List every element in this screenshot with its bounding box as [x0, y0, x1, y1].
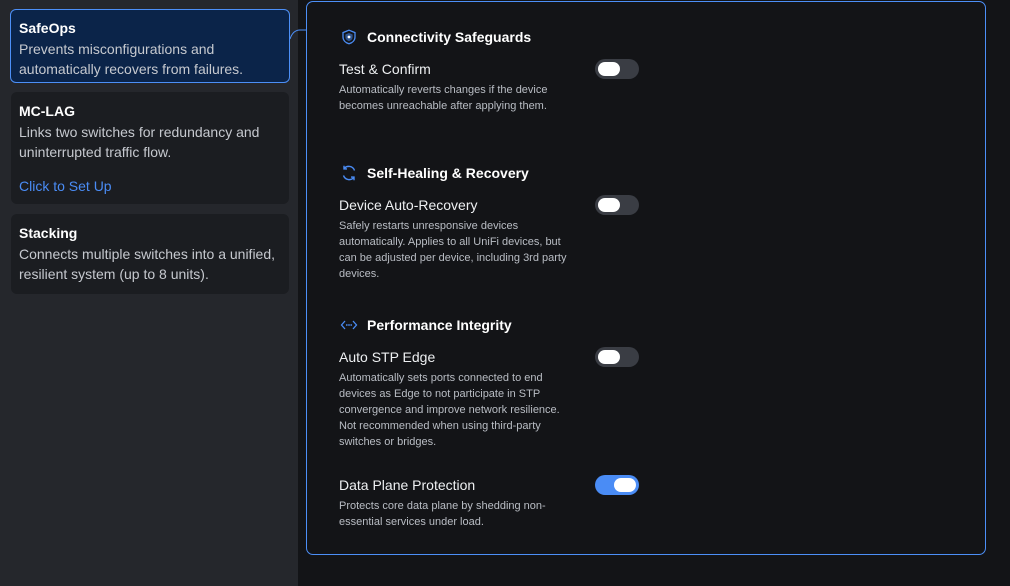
test-confirm-label: Test & Confirm: [339, 61, 431, 77]
section-title: Self-Healing & Recovery: [367, 165, 529, 181]
toggle-knob: [614, 478, 636, 492]
feature-card-stacking[interactable]: Stacking Connects multiple switches into…: [11, 214, 289, 294]
section-title: Connectivity Safeguards: [367, 29, 532, 45]
section-performance-integrity: Performance Integrity: [339, 314, 512, 336]
section-self-healing-recovery: Self-Healing & Recovery: [339, 162, 529, 184]
feature-card-description: Links two switches for redundancy and un…: [19, 124, 260, 160]
feature-card-title: MC-LAG: [19, 103, 75, 119]
feature-card-mc-lag[interactable]: MC-LAG Links two switches for redundancy…: [11, 92, 289, 204]
data-plane-protection-toggle[interactable]: [595, 475, 639, 495]
device-auto-recovery-description: Safely restarts unresponsive devices aut…: [339, 220, 567, 280]
feature-card-description: Connects multiple switches into a unifie…: [19, 246, 276, 282]
refresh-icon: [339, 163, 359, 183]
auto-stp-edge-description: Automatically sets ports connected to en…: [339, 372, 560, 448]
code-arrows-icon: [339, 315, 359, 335]
data-plane-protection-label: Data Plane Protection: [339, 477, 476, 493]
feature-card-title: SafeOps: [19, 20, 76, 36]
device-auto-recovery-toggle[interactable]: [595, 195, 639, 215]
feature-card-title: Stacking: [19, 225, 78, 241]
test-confirm-toggle[interactable]: [595, 59, 639, 79]
auto-stp-edge-label: Auto STP Edge: [339, 349, 436, 365]
feature-card-description: Prevents misconfigurations and automatic…: [19, 41, 244, 77]
section-title: Performance Integrity: [367, 317, 512, 333]
section-connectivity-safeguards: Connectivity Safeguards: [339, 26, 531, 48]
safeops-settings-view: SafeOps Prevents misconfigurations and a…: [0, 0, 1010, 586]
data-plane-protection-description: Protects core data plane by shedding non…: [339, 500, 546, 528]
auto-stp-edge-toggle[interactable]: [595, 347, 639, 367]
toggle-knob: [598, 350, 620, 364]
feature-list: SafeOps Prevents misconfigurations and a…: [0, 0, 298, 586]
device-auto-recovery-label: Device Auto-Recovery: [339, 197, 478, 213]
set-up-link[interactable]: Click to Set Up: [19, 176, 281, 196]
safeops-settings-panel: Connectivity Safeguards Test & Confirm A…: [306, 1, 986, 555]
toggle-knob: [598, 62, 620, 76]
shield-icon: [339, 27, 359, 47]
toggle-knob: [598, 198, 620, 212]
feature-card-safeops[interactable]: SafeOps Prevents misconfigurations and a…: [10, 9, 290, 83]
test-confirm-description: Automatically reverts changes if the dev…: [339, 84, 548, 112]
